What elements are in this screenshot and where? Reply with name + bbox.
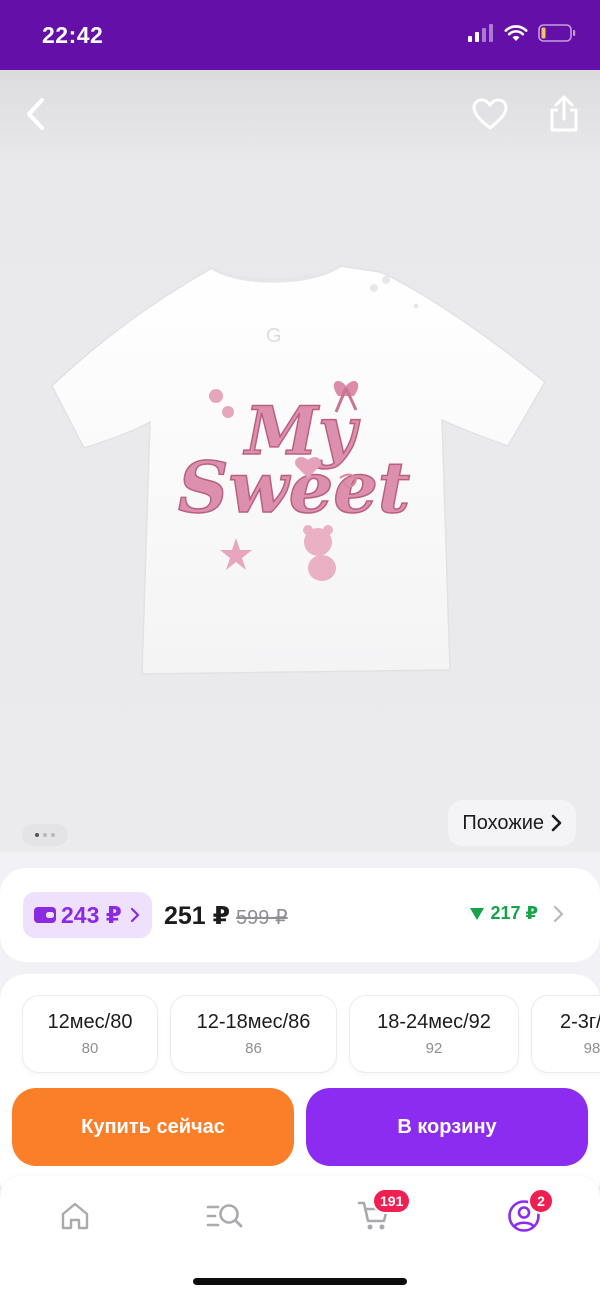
status-icons (468, 24, 576, 42)
status-time: 22:42 (42, 22, 104, 48)
tab-profile[interactable]: 2 (494, 1188, 554, 1238)
size-option[interactable]: 12-18мес/86 86 (171, 996, 336, 1072)
product-photo-tshirt: G My Sweet (51, 264, 546, 675)
wallet-price-pill[interactable]: 243 ₽ (23, 892, 152, 938)
size-option-code: 86 (245, 1040, 262, 1057)
tab-catalog[interactable] (195, 1194, 255, 1238)
pager-dot (43, 833, 47, 837)
size-option[interactable]: 12мес/80 80 (23, 996, 157, 1072)
buy-now-button[interactable]: Купить сейчас (12, 1088, 294, 1166)
cellular-signal-icon (468, 24, 493, 42)
print-word-sweet: Sweet (178, 446, 410, 529)
battery-icon (538, 24, 576, 42)
pager-dot (51, 833, 55, 837)
share-icon (550, 95, 578, 132)
add-to-cart-button[interactable]: В корзину (306, 1088, 588, 1166)
svg-text:G: G (266, 325, 282, 347)
pager-dot-active (35, 833, 39, 837)
chevron-right-icon (130, 907, 139, 923)
size-option-code: 92 (425, 1040, 443, 1057)
size-option-code: 80 (81, 1040, 99, 1057)
wallet-icon (34, 907, 56, 923)
image-pager-dots (22, 824, 68, 846)
size-option[interactable]: 2-3г/98 98 (532, 996, 600, 1072)
similar-products-label: Похожие (462, 811, 544, 834)
heart-icon (472, 98, 508, 130)
lowest-price: 217 ₽ (490, 903, 538, 923)
current-price: 251 ₽ (164, 902, 231, 930)
size-option-label: 18-24мес/92 (377, 1011, 491, 1033)
home-indicator (193, 1278, 407, 1285)
home-icon (61, 1202, 89, 1230)
cart-count-badge: 191 (372, 1188, 412, 1214)
tab-home[interactable] (45, 1194, 105, 1238)
price-history-link[interactable]: 217 ₽ (470, 903, 564, 924)
product-image-gallery[interactable]: G My Sweet Похожие (0, 70, 600, 852)
catalog-search-icon (206, 1204, 243, 1228)
wifi-icon (504, 25, 528, 41)
chevron-right-icon (553, 905, 564, 922)
size-option-label: 2-3г/98 (559, 1011, 600, 1033)
size-option-label: 12-18мес/86 (196, 1011, 311, 1033)
price-card: 243 ₽ 251 ₽ 599 ₽ 217 ₽ (0, 868, 600, 962)
status-bar: 22:42 (0, 0, 600, 70)
size-option[interactable]: 18-24мес/92 92 (350, 996, 518, 1072)
favorite-button[interactable] (468, 92, 512, 136)
old-price: 599 ₽ (236, 907, 288, 929)
profile-notification-badge: 2 (528, 1188, 554, 1214)
price-drop-triangle-icon (470, 907, 485, 920)
chevron-right-icon (551, 814, 562, 832)
bottom-tab-bar: 191 2 (0, 1176, 600, 1297)
share-button[interactable] (542, 92, 586, 136)
size-option-label: 12мес/80 (47, 1011, 133, 1033)
size-options: 12мес/80 80 12-18мес/86 86 18-24мес/92 9… (23, 996, 600, 1072)
tab-cart[interactable]: 191 (344, 1188, 412, 1238)
size-option-code: 98 (583, 1040, 600, 1057)
wallet-price: 243 ₽ (61, 901, 122, 928)
similar-products-button[interactable]: Похожие (448, 800, 576, 846)
back-button[interactable] (14, 92, 58, 136)
back-arrow-icon (27, 98, 44, 130)
